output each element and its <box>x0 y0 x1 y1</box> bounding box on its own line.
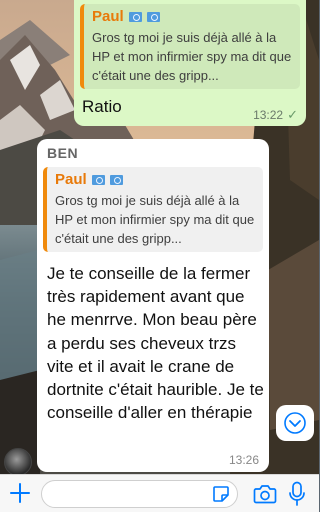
quote-author: Paul <box>92 8 294 26</box>
message-meta: 13:22 ✓ <box>253 107 298 123</box>
message-input-bar <box>0 474 319 512</box>
quote-author-name: Paul <box>92 8 124 25</box>
message-time: 13:22 <box>253 108 284 122</box>
quote-author: Paul <box>55 171 257 189</box>
read-receipt-icon: ✓ <box>287 107 298 122</box>
scroll-to-bottom-button[interactable] <box>276 405 314 441</box>
chevron-down-icon <box>284 412 306 434</box>
quote-text: Gros tg moi je suis déjà allé à la HP et… <box>55 193 255 246</box>
sender-avatar[interactable] <box>4 448 32 476</box>
message-input[interactable] <box>41 480 238 508</box>
flag-icon <box>146 12 160 22</box>
quoted-message[interactable]: Paul Gros tg moi je suis déjà allé à la … <box>43 167 263 252</box>
flag-icon <box>128 12 142 22</box>
message-text: Je te conseille de la fermer très rapide… <box>47 264 264 423</box>
message-time: 13:26 <box>228 453 259 467</box>
microphone-icon[interactable] <box>288 481 306 507</box>
incoming-message-bubble[interactable]: BEN Paul Gros tg moi je suis déjà allé à… <box>37 139 269 472</box>
quote-text: Gros tg moi je suis déjà allé à la HP et… <box>92 30 292 83</box>
sticker-icon[interactable] <box>212 485 230 503</box>
flag-icon <box>91 175 105 185</box>
plus-icon[interactable] <box>9 482 31 504</box>
quoted-message[interactable]: Paul Gros tg moi je suis déjà allé à la … <box>80 4 300 89</box>
quote-author-name: Paul <box>55 171 87 188</box>
outgoing-message-bubble[interactable]: Paul Gros tg moi je suis déjà allé à la … <box>74 0 306 126</box>
camera-icon[interactable] <box>253 483 277 505</box>
sender-name: BEN <box>47 145 79 161</box>
flag-icon <box>109 175 123 185</box>
